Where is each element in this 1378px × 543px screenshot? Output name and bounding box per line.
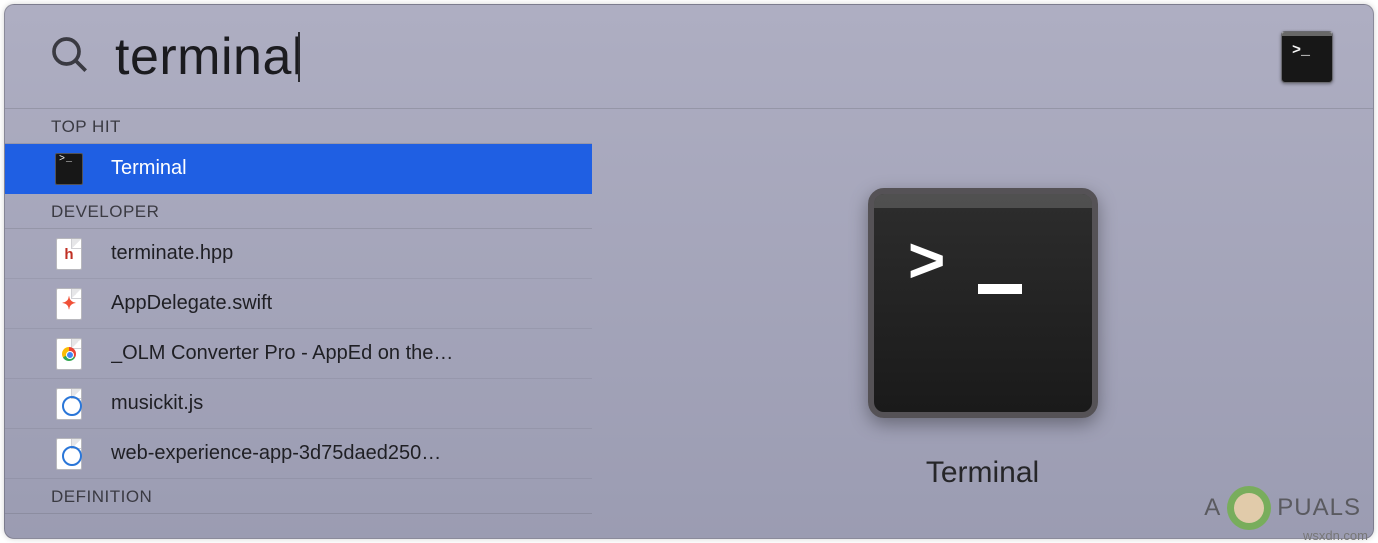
top-hit-thumbnail-icon: >_ [1281,31,1333,83]
chrome-file-icon [55,338,83,370]
result-label: _OLM Converter Pro - AppEd on the… [111,342,453,365]
text-caret [298,32,300,82]
section-header-developer: DEVELOPER [5,194,592,229]
terminal-app-icon [55,153,83,185]
result-label: Terminal [111,157,187,180]
result-label: AppDelegate.swift [111,292,272,315]
results-list: TOP HIT Terminal DEVELOPER h terminate.h… [5,109,592,538]
preview-pane: > Terminal [592,109,1373,538]
h-file-icon: h [55,238,83,270]
spotlight-window: terminal >_ TOP HIT Terminal DEVELOPER h… [4,4,1374,539]
result-label: musickit.js [111,392,203,415]
attribution-text: wsxdn.com [1303,528,1368,543]
search-icon [49,34,89,79]
result-row[interactable]: ✦ AppDelegate.swift [5,279,592,329]
swift-file-icon: ✦ [55,288,83,320]
search-header: terminal >_ [5,5,1373,109]
result-row[interactable]: musickit.js [5,379,592,429]
result-row[interactable]: web-experience-app-3d75daed250… [5,429,592,479]
result-row[interactable]: h terminate.hpp [5,229,592,279]
section-header-top-hit: TOP HIT [5,109,592,144]
result-row-terminal[interactable]: Terminal [5,144,592,194]
result-label: terminate.hpp [111,242,233,265]
section-header-definition: DEFINITION [5,479,592,514]
search-query-text: terminal [115,28,304,86]
search-input[interactable]: terminal [115,27,1255,87]
result-label: web-experience-app-3d75daed250… [111,442,441,465]
js-file-icon [55,438,83,470]
result-row[interactable]: _OLM Converter Pro - AppEd on the… [5,329,592,379]
js-file-icon [55,388,83,420]
appuals-logo-icon [1227,486,1271,530]
watermark-logo: A PUALS [1204,486,1361,530]
preview-title: Terminal [926,456,1039,490]
terminal-app-icon: > [868,188,1098,418]
